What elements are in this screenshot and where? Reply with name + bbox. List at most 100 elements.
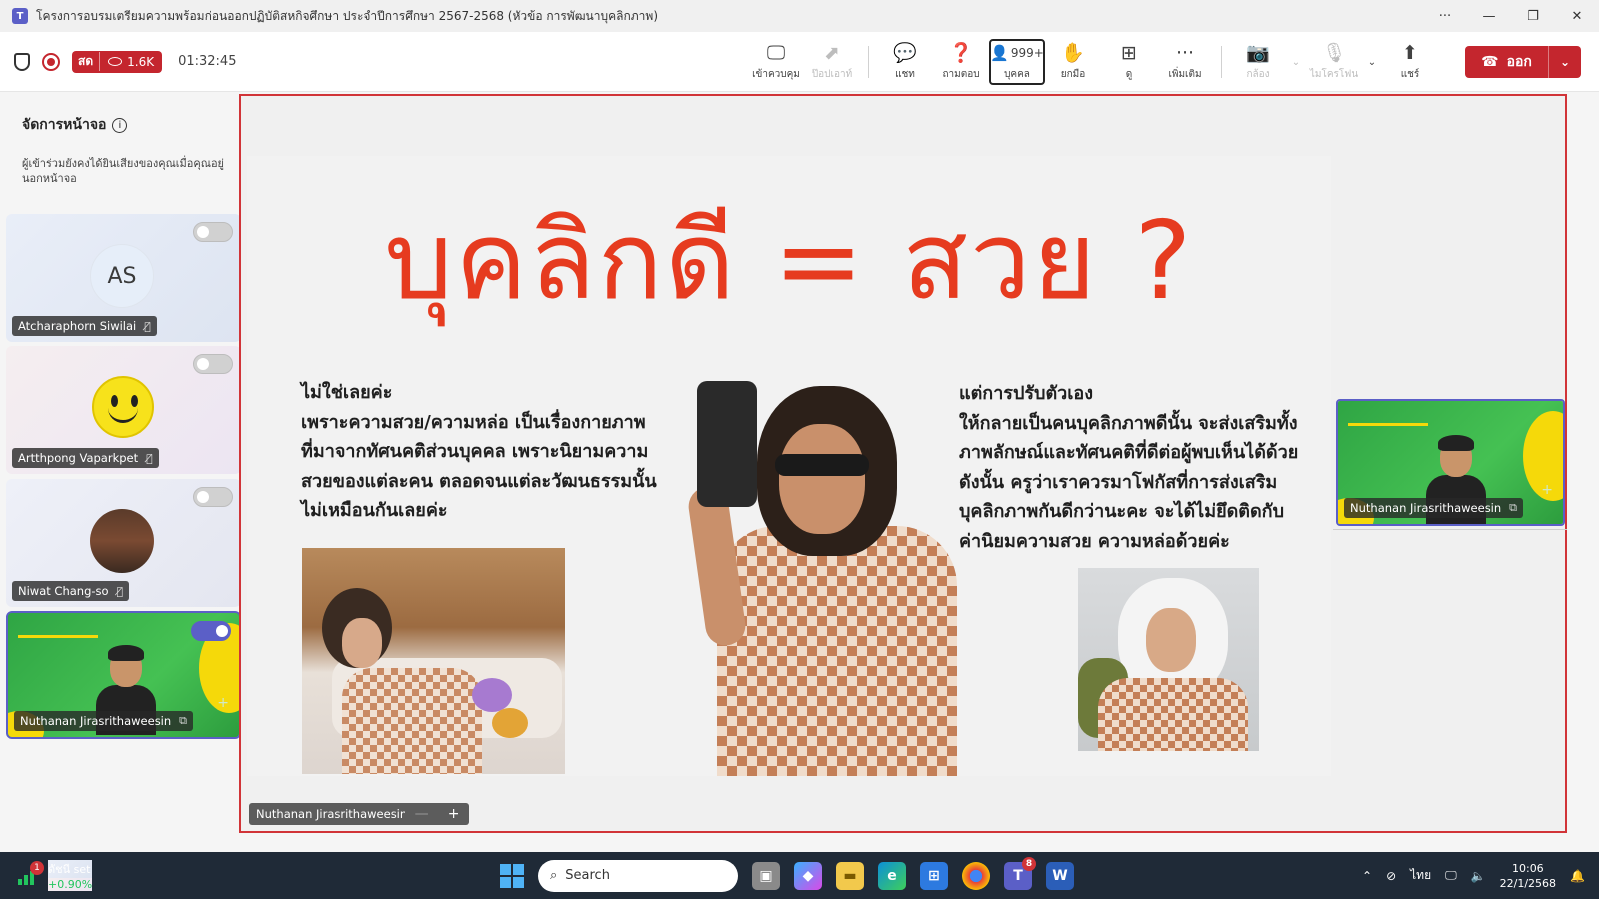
word-icon[interactable]: W — [1046, 861, 1074, 890]
popout-button[interactable]: ⬈ ป๊อปเอาท์ — [804, 39, 860, 85]
stock-widget[interactable]: 1 ดัชนี set +0.90% — [18, 860, 93, 891]
slide-title: บุคลิกดี = สวย ? — [384, 199, 1194, 324]
meeting-toolbar: สด 1.6K 01:32:45 🖵 เข้าควบคุม ⬈ ป๊อปเอาท… — [0, 32, 1599, 92]
teams-icon: T — [12, 8, 28, 24]
live-label: สด — [72, 52, 101, 71]
clock-date: 22/1/2568 — [1499, 876, 1557, 890]
slide-photo-towel — [1078, 568, 1259, 751]
qa-label: ถามตอบ — [942, 69, 980, 80]
shield-icon[interactable] — [14, 52, 30, 71]
restore-button[interactable]: ❐ — [1511, 9, 1555, 24]
search-placeholder: Search — [565, 868, 610, 883]
on-screen-toggle[interactable] — [193, 222, 233, 242]
phone-hangup-icon: ☎ — [1481, 54, 1499, 70]
participant-name: Niwat Chang-so — [18, 584, 109, 598]
system-tray: ⌃ ⊘ ไทย 🖵 🔈 10:06 22/1/2568 🔔 — [1362, 852, 1599, 899]
viewer-count: 1.6K — [127, 54, 155, 69]
info-icon[interactable]: i — [112, 117, 128, 133]
clock-time: 10:06 — [1511, 861, 1544, 875]
person-icon: 👤 — [990, 44, 1009, 62]
minimize-button[interactable]: — — [1467, 9, 1511, 24]
more-options-icon[interactable]: ··· — [1423, 9, 1467, 24]
raise-hand-button[interactable]: ✋ ยกมือ — [1045, 39, 1101, 85]
participant-tile[interactable]: AS Atcharaphorn Siwilai 🎙̸ — [6, 214, 241, 342]
avatar — [90, 509, 154, 573]
share-button[interactable]: ⬆ แชร์ — [1382, 39, 1438, 85]
qa-button[interactable]: ❓ ถามตอบ — [933, 39, 989, 85]
leave-label: ออก — [1506, 54, 1532, 70]
mic-button[interactable]: 🎙 ไมโครโฟน — [1306, 39, 1362, 85]
teams-icon[interactable]: T 8 — [1004, 856, 1036, 890]
display-icon[interactable]: 🖵 — [1445, 868, 1457, 883]
share-icon: ⬆ — [1402, 42, 1418, 64]
clock[interactable]: 10:06 22/1/2568 — [1500, 861, 1556, 891]
more-label: เพิ่มเติม — [1168, 69, 1202, 80]
live-badge: สด 1.6K — [72, 50, 163, 73]
share-label: แชร์ — [1400, 69, 1420, 80]
file-explorer-icon[interactable]: ▬ — [836, 861, 864, 890]
presenter-name-tag: Nuthanan Jirasrithaweesin ⧉ — [1344, 498, 1524, 518]
volume-icon[interactable]: 🔈 — [1471, 869, 1486, 883]
start-button[interactable] — [500, 863, 524, 888]
window-title: โครงการอบรมเตรียมความพร้อมก่อนออกปฏิบัติ… — [36, 8, 659, 23]
chat-button[interactable]: 💬 แชท — [877, 39, 933, 85]
slide-right-text: แต่การปรับตัวเอง ให้กลายเป็นคนบุคลิกภาพด… — [959, 383, 1299, 552]
zoom-out-button[interactable]: — — [415, 806, 429, 822]
search-box[interactable]: ⌕ Search — [538, 859, 738, 892]
close-button[interactable]: ✕ — [1555, 9, 1599, 24]
camera-off-icon: 📷 — [1246, 42, 1270, 64]
on-screen-toggle[interactable] — [191, 621, 231, 641]
mic-off-icon: 🎙̸ — [144, 319, 151, 333]
ellipsis-icon: ··· — [1175, 42, 1195, 64]
raise-hand-label: ยกมือ — [1060, 69, 1086, 80]
participant-tile[interactable]: Artthpong Vaparkpet 🎙̸ — [6, 346, 241, 474]
copilot-icon[interactable]: ◆ — [794, 861, 822, 890]
mic-off-icon: 🎙 — [1321, 42, 1347, 64]
presentation-slide: บุคลิกดี = สวย ? ไม่ใช่เลยค่ะ เพราะความส… — [247, 156, 1331, 776]
question-icon: ❓ — [949, 42, 973, 64]
participant-tile[interactable]: + Nuthanan Jirasrithaweesin ⧉ — [6, 611, 241, 739]
chevron-down-icon[interactable]: ⌄ — [1549, 55, 1581, 69]
slide-photo-lounging — [302, 548, 565, 774]
divider — [1333, 529, 1567, 530]
chat-label: แชท — [895, 69, 915, 80]
chevron-down-icon[interactable]: ⌄ — [1362, 57, 1382, 68]
chevron-down-icon[interactable]: ⌄ — [1286, 57, 1306, 68]
slide-left-text: ไม่ใช่เลยค่ะ เพราะความสวย/ความหล่อ เป็นเ… — [301, 382, 657, 521]
participant-tile[interactable]: Niwat Chang-so 🎙̸ — [6, 479, 241, 607]
people-button[interactable]: 👤 999+ บุคคล — [989, 39, 1045, 85]
mic-label: ไมโครโฟน — [1309, 69, 1359, 80]
edge-icon[interactable]: e — [878, 861, 906, 890]
chevron-up-icon[interactable]: ⌃ — [1362, 869, 1372, 883]
plus-icon: + — [1541, 482, 1553, 498]
chrome-icon[interactable] — [962, 861, 990, 890]
avatar — [92, 376, 154, 438]
view-label: ดู — [1125, 69, 1133, 80]
chat-icon: 💬 — [893, 42, 917, 64]
participant-name-tag: Nuthanan Jirasrithaweesin ⧉ — [14, 711, 194, 731]
popout-icon: ⬈ — [824, 42, 840, 64]
stock-change: +0.90% — [48, 878, 93, 891]
recording-icon[interactable] — [42, 52, 60, 71]
leave-button[interactable]: ☎ ออก ⌄ — [1465, 46, 1581, 78]
presenter-name: Nuthanan Jirasrithaweesin — [1350, 501, 1502, 515]
language-indicator[interactable]: ไทย — [1410, 866, 1431, 885]
store-icon[interactable]: ⊞ — [920, 861, 948, 890]
view-button[interactable]: ⊞ ดู — [1101, 39, 1157, 85]
popout-label: ป๊อปเอาท์ — [811, 69, 853, 80]
camera-button[interactable]: 📷 กล้อง — [1230, 39, 1286, 85]
task-view-icon[interactable]: ▣ — [752, 861, 780, 890]
windows-taskbar: 1 ดัชนี set +0.90% ⌕ Search ▣ ◆ ▬ e ⊞ T … — [0, 852, 1599, 899]
plus-icon: + — [217, 695, 229, 711]
zoom-in-button[interactable]: + — [448, 806, 460, 822]
participant-name: Nuthanan Jirasrithaweesin — [20, 714, 172, 728]
take-control-button[interactable]: 🖵 เข้าควบคุม — [748, 39, 804, 85]
more-button[interactable]: ··· เพิ่มเติม — [1157, 39, 1213, 85]
on-screen-toggle[interactable] — [193, 354, 233, 374]
presenter-video-pip[interactable]: + Nuthanan Jirasrithaweesin ⧉ — [1336, 399, 1565, 526]
sharer-name-tag: Nuthanan Jirasrithaweesin — [249, 803, 415, 825]
on-screen-toggle[interactable] — [193, 487, 233, 507]
mic-off-icon: 🎙̸ — [116, 584, 124, 598]
network-off-icon[interactable]: ⊘ — [1386, 869, 1396, 883]
notification-bell-icon[interactable]: 🔔 — [1570, 869, 1585, 883]
